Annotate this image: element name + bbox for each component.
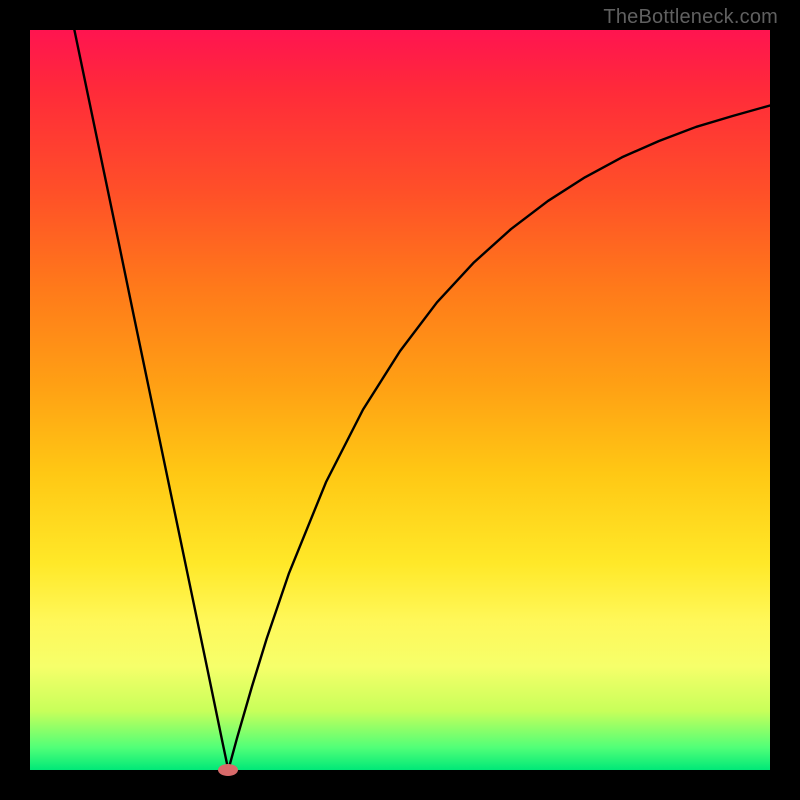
minimum-marker	[218, 764, 238, 776]
plot-area	[30, 30, 770, 770]
attribution-text: TheBottleneck.com	[603, 6, 778, 29]
chart-frame: TheBottleneck.com	[0, 0, 800, 800]
curve-svg	[30, 30, 770, 770]
curve-path	[74, 30, 770, 770]
